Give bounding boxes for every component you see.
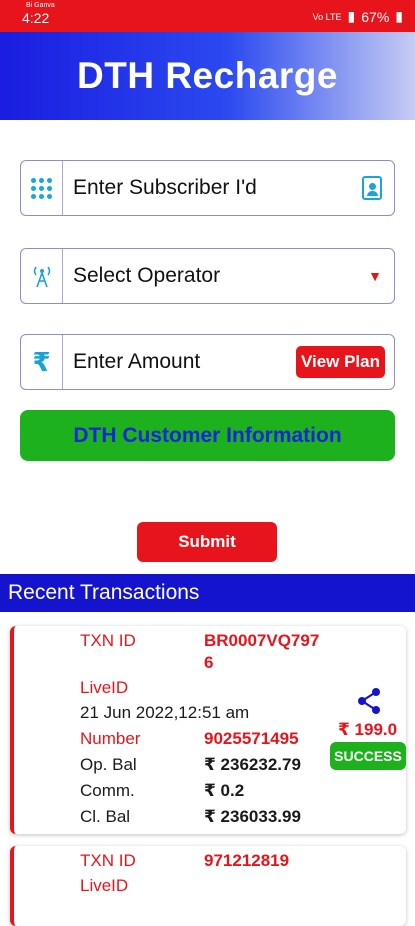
customer-info-button[interactable]: DTH Customer Information xyxy=(20,410,395,461)
dropdown-arrow-icon[interactable]: ▼ xyxy=(368,268,382,284)
txn-amount: ₹ 199.0 xyxy=(338,720,398,739)
amount-field[interactable]: ₹ Enter Amount View Plan xyxy=(20,334,395,390)
operator-select-label[interactable]: Select Operator xyxy=(63,264,368,288)
dialpad-icon xyxy=(21,161,63,215)
contact-book-icon[interactable] xyxy=(362,176,382,200)
commission-label: Comm. xyxy=(80,781,135,800)
closing-balance-value: ₹ 236033.99 xyxy=(204,807,301,826)
submit-button[interactable]: Submit xyxy=(137,522,277,562)
subscriber-id-input[interactable]: Enter Subscriber I'd xyxy=(63,176,362,200)
page-title: DTH Recharge xyxy=(77,55,338,96)
operator-select[interactable]: Select Operator ▼ xyxy=(20,248,395,304)
txn-id-label: TXN ID xyxy=(80,851,136,870)
transaction-card[interactable]: TXN ID 971212819 LiveID xyxy=(10,846,406,926)
app-header: DTH Recharge xyxy=(0,32,415,120)
status-indicators: Vo LTE ▮ 67% ▮ xyxy=(313,8,403,25)
txn-id-label: TXN ID xyxy=(80,631,136,650)
view-plan-button[interactable]: View Plan xyxy=(295,346,385,378)
number-value: 9025571495 xyxy=(204,729,299,748)
txn-id-value-continued: 6 xyxy=(204,653,214,672)
txn-id-value: BR0007VQ797 xyxy=(204,631,320,650)
rupee-icon: ₹ xyxy=(21,335,63,389)
battery-level: 67% xyxy=(361,8,390,25)
status-time: 4:22 xyxy=(22,10,50,26)
status-bar: Bi Ganva 4:22 Vo LTE ▮ 67% ▮ xyxy=(0,0,415,32)
recent-transactions-header: Recent Transactions xyxy=(0,574,415,612)
amount-input[interactable]: Enter Amount xyxy=(63,350,296,374)
network-indicator: Vo LTE xyxy=(312,11,342,22)
number-label: Number xyxy=(80,729,141,748)
signal-icon: ▮ xyxy=(347,8,356,24)
txn-id-value: 971212819 xyxy=(204,851,290,870)
live-id-label: LiveID xyxy=(80,678,129,697)
battery-icon: ▮ xyxy=(395,8,403,24)
txn-date: 21 Jun 2022,12:51 am xyxy=(80,703,250,722)
carrier-label: Bi Ganva xyxy=(26,2,55,9)
tower-icon xyxy=(21,249,63,303)
opening-balance-value: ₹ 236232.79 xyxy=(204,755,301,774)
subscriber-id-field[interactable]: Enter Subscriber I'd xyxy=(20,160,395,216)
share-icon[interactable] xyxy=(354,686,384,716)
commission-value: ₹ 0.2 xyxy=(204,781,245,800)
transaction-card[interactable]: TXN ID BR0007VQ797 6 LiveID 21 Jun 2022,… xyxy=(10,626,406,834)
status-badge: SUCCESS xyxy=(330,742,406,770)
closing-balance-label: Cl. Bal xyxy=(80,807,131,826)
opening-balance-label: Op. Bal xyxy=(80,755,137,774)
live-id-label: LiveID xyxy=(80,876,129,895)
